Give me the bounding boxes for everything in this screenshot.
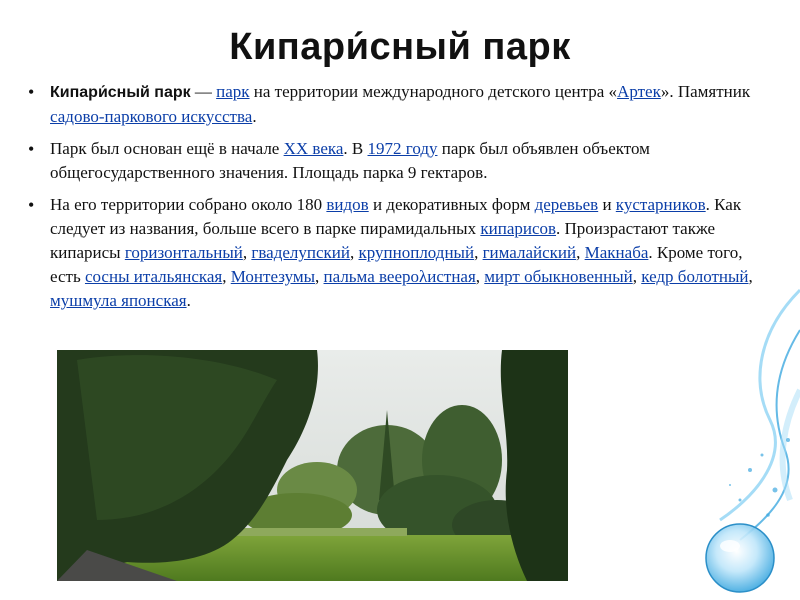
inline-link[interactable]: горизонтальный [125, 243, 243, 262]
inline-link[interactable]: Монтезумы [231, 267, 315, 286]
inline-link[interactable]: парк [216, 82, 249, 101]
bullet-item: Кипари́сный парк — парк на территории ме… [24, 80, 776, 129]
inline-link[interactable]: садово-паркового искусства [50, 107, 252, 126]
inline-link[interactable]: Артек [617, 82, 661, 101]
text-span: и [598, 195, 616, 214]
slide-title: Кипари́сный парк [229, 26, 571, 68]
inline-link[interactable]: деревьев [535, 195, 599, 214]
inline-link[interactable]: крупноплодный [358, 243, 474, 262]
inline-link[interactable]: кипарисов [480, 219, 556, 238]
inline-link[interactable]: кустарников [616, 195, 706, 214]
text-span: . [252, 107, 257, 126]
slide: Кипари́сный парк Кипари́сный парк — парк… [0, 0, 800, 600]
inline-link[interactable]: гималайский [483, 243, 577, 262]
bullet-item: Парк был основан ещё в начале XX века. В… [24, 137, 776, 185]
bold-term: Кипари́сный парк [50, 84, 191, 101]
inline-link[interactable]: пальма веерολистная [324, 267, 476, 286]
inline-link[interactable]: мушмула японская [50, 291, 187, 310]
text-span: , [222, 267, 231, 286]
inline-link[interactable]: видов [326, 195, 368, 214]
text-span: и декоративных форм [368, 195, 535, 214]
text-span: . В [343, 139, 368, 158]
text-span: — [190, 82, 217, 101]
text-span: На его территории собрано около 180 [50, 195, 327, 214]
inline-link[interactable]: гваделупский [251, 243, 350, 262]
inline-link[interactable]: XX века [284, 139, 344, 158]
inline-link[interactable]: Макнаба [585, 243, 649, 262]
text-span: на территории международного детского це… [249, 82, 618, 101]
inline-link[interactable]: 1972 году [368, 139, 438, 158]
text-span: , [632, 267, 642, 286]
text-span: , [474, 243, 483, 262]
park-photo [57, 350, 568, 581]
blue-swirl-decoration [705, 288, 800, 593]
text-span: Парк был основан ещё в начале [50, 139, 284, 158]
inline-link[interactable]: мирт обыкновенный [484, 267, 632, 286]
text-span: , [315, 267, 324, 286]
inline-link[interactable]: сосны итальянская [85, 267, 222, 286]
text-span: , [576, 243, 585, 262]
text-span: ». Памятник [660, 82, 751, 101]
text-span: . [186, 291, 191, 310]
